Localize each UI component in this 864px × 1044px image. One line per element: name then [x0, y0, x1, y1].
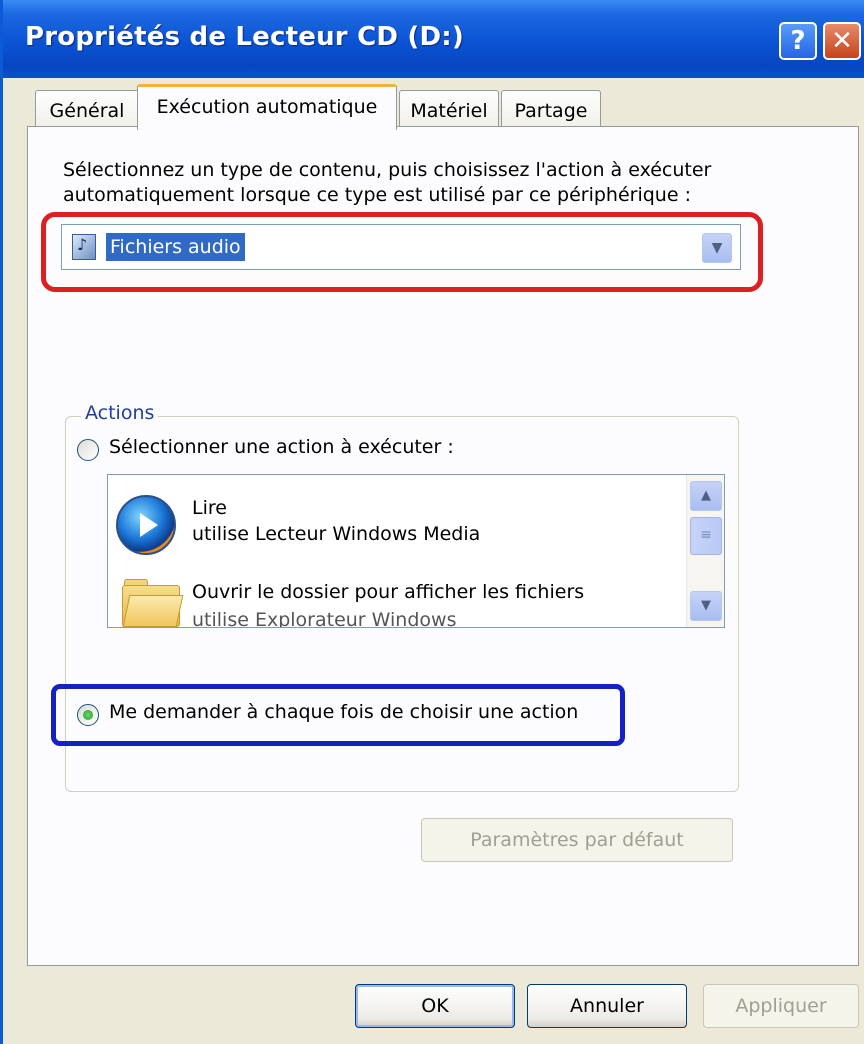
tab-general[interactable]: Général: [35, 90, 139, 130]
list-item[interactable]: Lire utilise Lecteur Windows Media: [108, 475, 684, 555]
help-button[interactable]: ?: [779, 22, 817, 60]
windows-media-player-icon: [116, 495, 176, 555]
list-item[interactable]: Ouvrir le dossier pour afficher les fich…: [108, 561, 684, 628]
description-line-2: automatiquement lorsque ce type est util…: [63, 184, 691, 206]
select-action-label[interactable]: Sélectionner une action à exécuter :: [109, 436, 454, 458]
vertical-scrollbar[interactable]: ▲ ≡ ▼: [686, 475, 724, 627]
action-title: Lire: [192, 497, 227, 519]
title-bar[interactable]: Propriétés de Lecteur CD (D:) ? ✕: [3, 0, 864, 78]
scrollbar-thumb[interactable]: ≡: [690, 517, 722, 555]
red-highlight-box: [41, 212, 763, 292]
autoplay-description: Sélectionnez un type de contenu, puis ch…: [63, 158, 783, 208]
restore-defaults-button[interactable]: Paramètres par défaut: [421, 818, 733, 862]
scroll-down-icon[interactable]: ▼: [690, 591, 722, 621]
select-action-radio[interactable]: [77, 439, 99, 461]
dialog-window: Propriétés de Lecteur CD (D:) ? ✕ Généra…: [0, 0, 864, 1044]
scroll-up-icon[interactable]: ▲: [690, 481, 722, 511]
action-subtitle: utilise Explorateur Windows: [192, 609, 457, 628]
apply-button[interactable]: Appliquer: [703, 984, 859, 1028]
tab-sharing[interactable]: Partage: [501, 90, 601, 130]
blue-highlight-box: [51, 684, 625, 746]
action-subtitle: utilise Lecteur Windows Media: [192, 523, 481, 545]
tab-autoplay[interactable]: Exécution automatique: [137, 84, 397, 130]
close-button[interactable]: ✕: [823, 22, 861, 60]
description-line-1: Sélectionnez un type de contenu, puis ch…: [63, 159, 712, 181]
window-title: Propriétés de Lecteur CD (D:): [25, 22, 464, 52]
actions-listbox[interactable]: Lire utilise Lecteur Windows Media Ouvri…: [107, 474, 725, 628]
ok-button[interactable]: OK: [355, 984, 515, 1028]
folder-icon: [122, 579, 184, 627]
cancel-button[interactable]: Annuler: [527, 984, 687, 1028]
tab-hardware[interactable]: Matériel: [399, 90, 499, 130]
actions-group-label: Actions: [81, 402, 159, 424]
action-title: Ouvrir le dossier pour afficher les fich…: [192, 581, 585, 603]
